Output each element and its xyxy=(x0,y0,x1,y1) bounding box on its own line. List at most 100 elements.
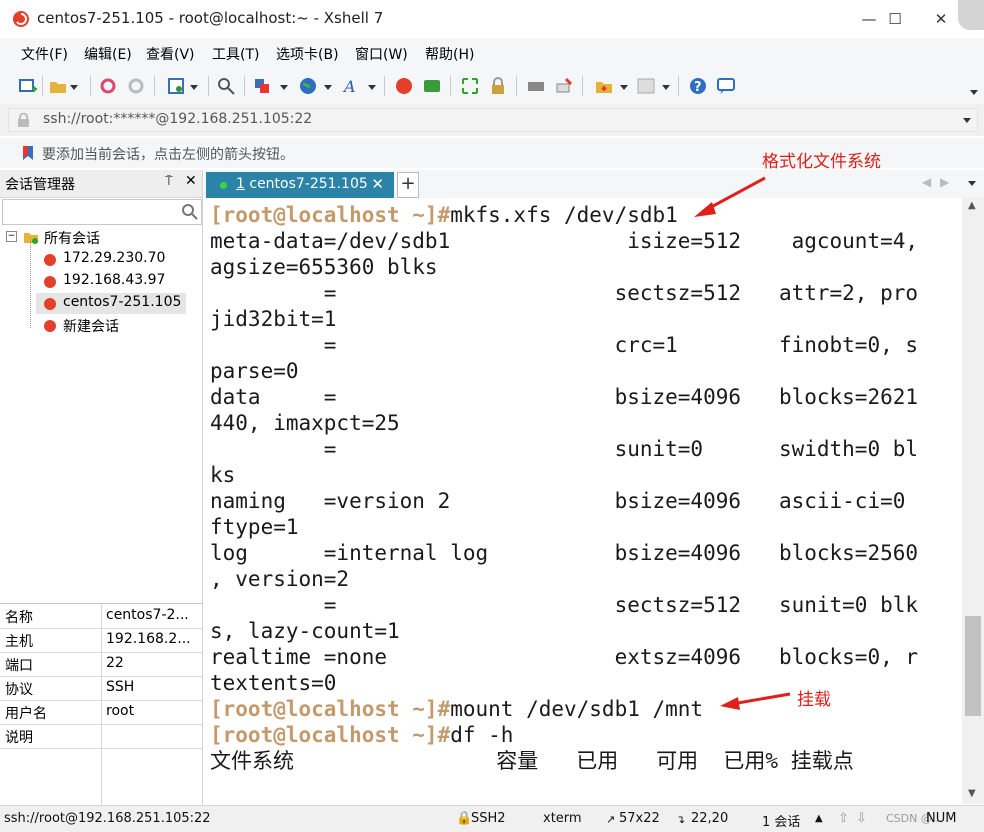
scrollbar-corner xyxy=(958,0,984,30)
terminal-text: df -h xyxy=(450,723,514,747)
terminal-command-line: [root@localhost ~]#df -h xyxy=(210,722,513,748)
arrow-up-icon[interactable]: ⇧ xyxy=(838,811,849,826)
svg-text:?: ? xyxy=(694,80,702,95)
session-manager-title: 会话管理器 xyxy=(5,177,75,193)
arrow-down-icon[interactable]: ⇩ xyxy=(856,811,867,826)
session-label: 新建会话 xyxy=(63,319,119,335)
terminal-output[interactable]: [root@localhost ~]#mkfs.xfs /dev/sdb1 met… xyxy=(204,198,962,804)
new-tab-button[interactable]: + xyxy=(397,172,419,198)
keyboard-icon[interactable] xyxy=(526,76,546,96)
terminal-text: = sectsz=512 attr=2, pro xyxy=(210,281,919,305)
session-label: centos7-251.105 xyxy=(63,294,182,310)
status-address: ssh://root@192.168.251.105:22 xyxy=(4,811,211,826)
tab-session[interactable]: 1 centos7-251.105 ✕ xyxy=(206,172,394,198)
help-icon[interactable]: ? xyxy=(688,76,708,96)
terminal-output-line: parse=0 xyxy=(210,358,299,384)
scroll-down-icon[interactable]: ▼ xyxy=(968,788,976,799)
session-label: 172.29.230.70 xyxy=(63,250,166,266)
menu-edit[interactable]: 编辑(E) xyxy=(84,44,132,64)
session-icon xyxy=(44,254,56,266)
prop-row: 端口 22 xyxy=(0,652,202,677)
prop-key: 名称 xyxy=(5,610,33,626)
add-folder-icon[interactable] xyxy=(594,76,614,96)
session-properties: 名称 centos7-2... 主机 192.168.2... 端口 22 协议 SSH… xyxy=(0,603,202,809)
menu-tabs[interactable]: 选项卡(B) xyxy=(276,44,339,64)
collapse-toggle-icon[interactable]: − xyxy=(6,231,17,242)
address-text: ssh://root:******@192.168.251.105:22 xyxy=(43,111,313,127)
close-icon[interactable]: ✕ xyxy=(185,173,197,189)
compose-icon[interactable] xyxy=(554,76,574,96)
connect-icon[interactable] xyxy=(98,76,118,96)
address-field[interactable]: ssh://root:******@192.168.251.105:22 xyxy=(8,108,978,132)
font-icon[interactable]: A xyxy=(342,76,362,96)
tab-scroll-left-icon[interactable]: ◀ xyxy=(922,175,931,189)
terminal-scrollbar[interactable]: ▲ ▼ xyxy=(962,198,984,804)
fullscreen-icon[interactable] xyxy=(460,76,480,96)
tab-label: 1 centos7-251.105 xyxy=(236,176,368,192)
terminal-output-line: , version=2 xyxy=(210,566,349,592)
find-icon[interactable] xyxy=(216,76,236,96)
terminal-output-line: ks xyxy=(210,462,235,488)
terminal-output-line: agsize=655360 blks xyxy=(210,254,438,280)
scrollbar-thumb[interactable] xyxy=(965,616,981,716)
menu-help[interactable]: 帮助(H) xyxy=(425,44,474,64)
layout-icon[interactable] xyxy=(252,76,272,96)
prop-key: 说明 xyxy=(5,730,33,746)
menu-view[interactable]: 查看(V) xyxy=(146,44,195,64)
bookmark-arrow-icon[interactable] xyxy=(20,145,36,161)
menu-file[interactable]: 文件(F) xyxy=(21,44,68,64)
open-folder-icon[interactable] xyxy=(48,76,68,96)
shell-prompt: [root@localhost ~]# xyxy=(210,723,451,747)
close-tab-icon[interactable]: ✕ xyxy=(371,175,384,193)
chat-icon[interactable] xyxy=(716,76,736,96)
terminal-output-line: meta-data=/dev/sdb1 isize=512 agcount=4, xyxy=(210,228,918,254)
cursor-icon: ↴ xyxy=(676,813,686,826)
session-search-input[interactable] xyxy=(2,199,202,225)
terminal-text: naming =version 2 bsize=4096 ascii-ci=0 xyxy=(210,489,906,513)
grid-icon[interactable] xyxy=(636,76,656,96)
sessions-up-icon[interactable]: ▲ xyxy=(815,813,823,824)
terminal-text: = sunit=0 swidth=0 bl xyxy=(210,437,919,461)
xshell-icon[interactable] xyxy=(394,76,414,96)
prop-row: 主机 192.168.2... xyxy=(0,628,202,653)
terminal-text: realtime =none extsz=4096 blocks=0, r xyxy=(210,645,919,669)
status-num: NUM xyxy=(926,811,957,826)
status-cursor: 22,20 xyxy=(691,811,729,826)
prop-key: 用户名 xyxy=(5,706,47,722)
tree-root-label: 所有会话 xyxy=(44,231,100,247)
prop-row: 名称 centos7-2... xyxy=(0,604,202,629)
terminal-output-line: = sectsz=512 attr=2, pro xyxy=(210,280,918,306)
session-item-selected[interactable]: centos7-251.105 xyxy=(36,293,186,314)
menu-tools[interactable]: 工具(T) xyxy=(212,44,259,64)
terminal-text: s, lazy-count=1 xyxy=(210,619,400,643)
status-protocol: SSH2 xyxy=(471,811,506,826)
address-bar: ssh://root:******@192.168.251.105:22 xyxy=(0,104,984,136)
pin-icon[interactable]: ⍑ xyxy=(165,174,173,189)
prop-key: 端口 xyxy=(5,658,33,674)
terminal-text: agsize=655360 blks xyxy=(210,255,438,279)
menu-window[interactable]: 窗口(W) xyxy=(355,44,408,64)
lock-icon: 🔒 xyxy=(456,811,473,826)
globe-icon[interactable] xyxy=(298,76,318,96)
terminal-text: textents=0 xyxy=(210,671,337,695)
lock-icon[interactable] xyxy=(488,76,508,96)
terminal-command-line: [root@localhost ~]#mount /dev/sdb1 /mnt xyxy=(210,696,703,722)
terminal-text: jid32bit=1 xyxy=(210,307,337,331)
disconnect-icon[interactable] xyxy=(126,76,146,96)
xftp-icon[interactable] xyxy=(422,76,442,96)
prop-row: 协议 SSH xyxy=(0,676,202,701)
terminal-output-line: naming =version 2 bsize=4096 ascii-ci=0 xyxy=(210,488,905,514)
properties-icon[interactable] xyxy=(166,76,186,96)
tab-scroll-right-icon[interactable]: ▶ xyxy=(940,175,949,189)
terminal-output-line: = crc=1 finobt=0, s xyxy=(210,332,918,358)
prop-value: SSH xyxy=(106,679,135,695)
terminal-output-line: 文件系统 容量 已用 可用 已用% 挂载点 xyxy=(210,748,854,774)
prop-value: 192.168.2... xyxy=(106,631,191,647)
terminal-output-line: data = bsize=4096 blocks=2621 xyxy=(210,384,918,410)
status-bar: ssh://root@192.168.251.105:22 🔒 SSH2 xte… xyxy=(0,805,984,832)
scroll-up-icon[interactable]: ▲ xyxy=(968,200,976,211)
new-session-icon[interactable] xyxy=(18,76,38,96)
maximize-button[interactable]: ☐ xyxy=(872,0,918,38)
prop-value: root xyxy=(106,703,135,719)
prop-key: 主机 xyxy=(5,634,33,650)
